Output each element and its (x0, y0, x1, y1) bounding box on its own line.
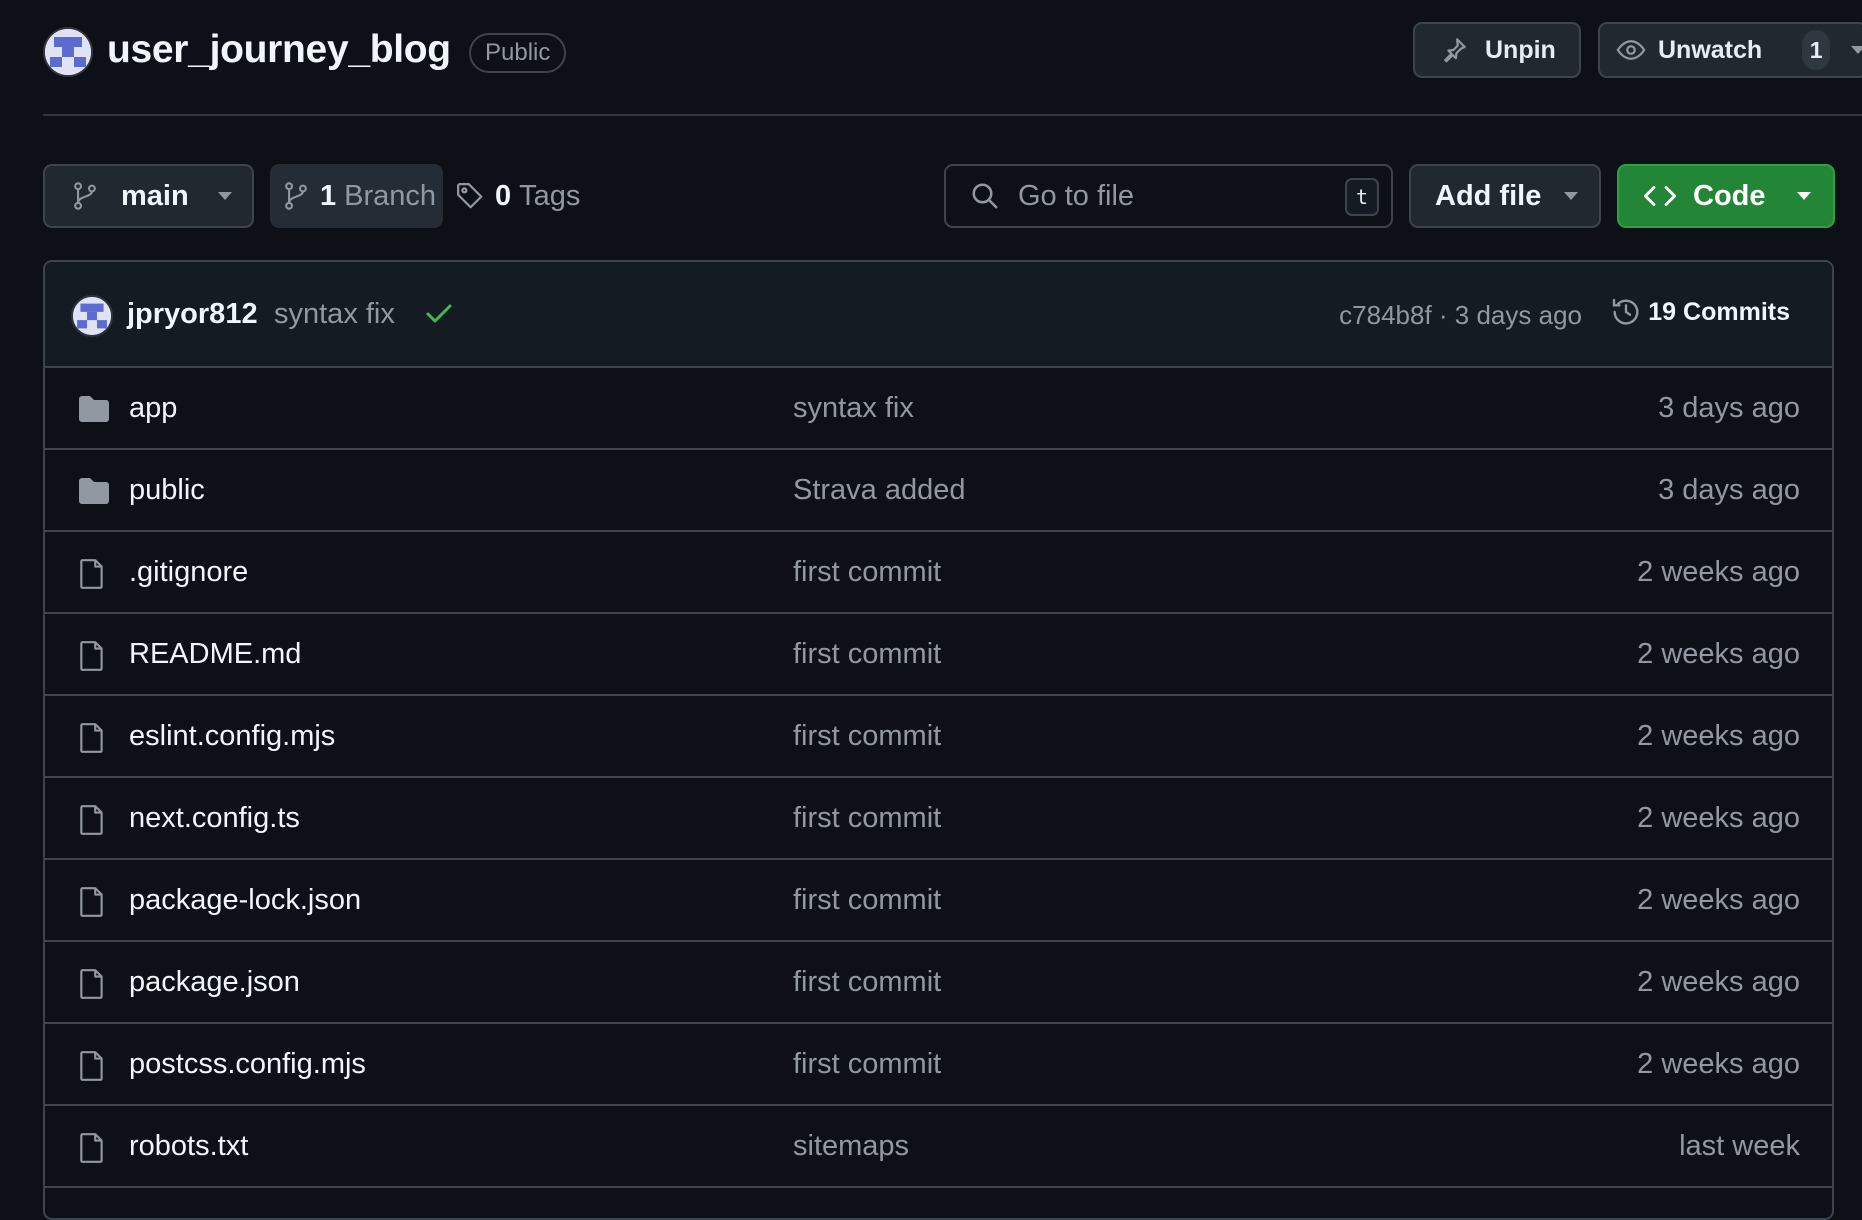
file-commit-time: 2 weeks ago (1637, 1048, 1800, 1080)
git-branch-icon (282, 181, 310, 211)
file-commit-time: 2 weeks ago (1637, 966, 1800, 998)
file-list: jpryor812 syntax fix c784b8f · 3 days ag… (43, 260, 1834, 1220)
file-commit-message[interactable]: sitemaps (793, 1130, 909, 1163)
file-commit-message[interactable]: Strava added (793, 474, 966, 507)
file-row[interactable]: package.json first commit 2 weeks ago (45, 942, 1832, 1024)
file-name-link[interactable]: postcss.config.mjs (129, 1048, 366, 1081)
file-name-link[interactable]: public (129, 474, 205, 507)
file-icon (77, 1132, 107, 1164)
file-name-link[interactable]: app (129, 392, 177, 425)
file-rows: app syntax fix 3 days ago public Strava add… (45, 368, 1832, 1188)
go-to-file-input[interactable]: Go to file t (944, 164, 1393, 228)
file-row[interactable]: .gitignore first commit 2 weeks ago (45, 532, 1832, 614)
add-file-button[interactable]: Add file (1409, 164, 1601, 228)
file-commit-time: 2 weeks ago (1637, 638, 1800, 670)
chevron-down-icon (217, 191, 233, 201)
file-name-link[interactable]: next.config.ts (129, 802, 300, 835)
file-commit-message[interactable]: syntax fix (793, 392, 914, 425)
file-row[interactable]: app syntax fix 3 days ago (45, 368, 1832, 450)
author-avatar[interactable] (71, 295, 113, 337)
repo-toolbar: main 1 Branch 0 Tags Go to file t Add fi… (43, 164, 1862, 228)
commit-hash-time[interactable]: c784b8f · 3 days ago (1339, 300, 1582, 331)
chevron-down-icon[interactable] (1850, 45, 1862, 55)
file-name-link[interactable]: eslint.config.mjs (129, 720, 335, 753)
file-icon (77, 558, 107, 590)
unpin-button[interactable]: Unpin (1413, 22, 1581, 78)
branch-label: Branch (344, 179, 437, 212)
file-commit-message[interactable]: first commit (793, 720, 941, 753)
file-name-link[interactable]: README.md (129, 638, 301, 671)
file-row[interactable]: README.md first commit 2 weeks ago (45, 614, 1832, 696)
pin-icon (1439, 35, 1469, 65)
eye-icon (1616, 35, 1646, 65)
file-commit-time: 3 days ago (1658, 392, 1800, 424)
file-icon (77, 886, 107, 918)
file-row[interactable]: package-lock.json first commit 2 weeks ago (45, 860, 1832, 942)
repo-header: user_journey_blog Public Unpin Unwatch 1 (43, 22, 1862, 116)
chevron-down-icon (1796, 191, 1812, 201)
search-placeholder: Go to file (1018, 179, 1135, 212)
unwatch-button[interactable]: Unwatch 1 (1598, 22, 1862, 78)
file-row[interactable]: eslint.config.mjs first commit 2 weeks ago (45, 696, 1832, 778)
branches-link[interactable]: 1 Branch (270, 164, 443, 228)
latest-commit-bar: jpryor812 syntax fix c784b8f · 3 days ag… (45, 262, 1832, 368)
file-row[interactable]: robots.txt sitemaps last week (45, 1106, 1832, 1188)
file-name-link[interactable]: package-lock.json (129, 884, 361, 917)
add-file-label: Add file (1435, 179, 1542, 212)
file-icon (77, 722, 107, 754)
file-commit-message[interactable]: first commit (793, 556, 941, 589)
file-commit-time: 2 weeks ago (1637, 556, 1800, 588)
file-commit-message[interactable]: first commit (793, 966, 941, 999)
history-icon (1610, 296, 1642, 328)
unwatch-label: Unwatch (1658, 35, 1763, 64)
visibility-badge: Public (469, 33, 567, 73)
file-row[interactable]: next.config.ts first commit 2 weeks ago (45, 778, 1832, 860)
tag-icon (455, 181, 485, 211)
chevron-down-icon (1563, 191, 1579, 201)
commit-author[interactable]: jpryor812 (127, 298, 258, 331)
code-label: Code (1693, 179, 1766, 212)
folder-icon (77, 476, 111, 506)
file-commit-time: 2 weeks ago (1637, 720, 1800, 752)
file-name-link[interactable]: package.json (129, 966, 300, 999)
keyboard-shortcut-hint: t (1345, 178, 1379, 216)
current-branch: main (121, 179, 189, 212)
commits-link[interactable]: 19 Commits (1610, 296, 1790, 328)
code-icon (1643, 181, 1677, 211)
file-name-link[interactable]: .gitignore (129, 556, 248, 589)
file-commit-message[interactable]: first commit (793, 1048, 941, 1081)
commit-message[interactable]: syntax fix (274, 298, 395, 331)
tags-link[interactable]: 0 Tags (455, 164, 580, 228)
file-name-link[interactable]: robots.txt (129, 1130, 248, 1163)
file-icon (77, 968, 107, 1000)
git-branch-icon (71, 181, 99, 211)
file-row[interactable]: postcss.config.mjs first commit 2 weeks ag… (45, 1024, 1832, 1106)
branch-selector[interactable]: main (43, 164, 254, 228)
file-commit-message[interactable]: first commit (793, 802, 941, 835)
tag-label: Tags (519, 179, 581, 212)
check-icon[interactable] (425, 302, 453, 326)
file-icon (77, 640, 107, 672)
header-divider (43, 114, 1862, 116)
code-button[interactable]: Code (1617, 164, 1835, 228)
repo-name[interactable]: user_journey_blog (107, 28, 451, 72)
file-icon (77, 804, 107, 836)
file-commit-time: 2 weeks ago (1637, 802, 1800, 834)
tag-count: 0 (495, 179, 512, 212)
file-row[interactable]: public Strava added 3 days ago (45, 450, 1832, 532)
folder-icon (77, 394, 111, 424)
file-icon (77, 1050, 107, 1082)
branch-count: 1 (320, 179, 337, 212)
file-commit-message[interactable]: first commit (793, 884, 941, 917)
watch-count: 1 (1802, 30, 1830, 70)
commits-label: 19 Commits (1648, 297, 1790, 326)
unpin-label: Unpin (1485, 35, 1556, 64)
file-commit-time: last week (1679, 1130, 1800, 1162)
owner-avatar[interactable] (43, 27, 93, 77)
file-commit-time: 3 days ago (1658, 474, 1800, 506)
file-commit-time: 2 weeks ago (1637, 884, 1800, 916)
search-icon (970, 181, 1000, 211)
file-commit-message[interactable]: first commit (793, 638, 941, 671)
